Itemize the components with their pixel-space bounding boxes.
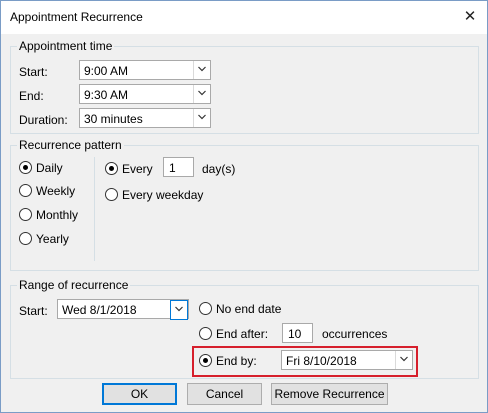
every-weekday-label[interactable]: Every weekday [122, 188, 203, 202]
duration-value: 30 minutes [84, 112, 143, 126]
every-weekday-radio[interactable] [105, 188, 118, 201]
range-start-combo[interactable]: Wed 8/1/2018 [57, 299, 189, 320]
appointment-recurrence-dialog: Appointment Recurrence ✕ Appointment tim… [0, 0, 488, 413]
end-by-date-value: Fri 8/10/2018 [286, 354, 357, 368]
end-time-combo[interactable]: 9:30 AM [79, 84, 211, 104]
yearly-radio[interactable] [19, 232, 32, 245]
recurrence-pattern-group: Recurrence pattern [10, 138, 479, 271]
end-time-label: End: [19, 89, 44, 103]
chevron-down-icon [198, 114, 206, 120]
title-bar: Appointment Recurrence ✕ [1, 1, 487, 34]
end-after-label[interactable]: End after: [216, 327, 268, 341]
range-start-value: Wed 8/1/2018 [62, 303, 137, 317]
duration-label: Duration: [19, 113, 68, 127]
yearly-label[interactable]: Yearly [36, 232, 69, 246]
no-end-date-label[interactable]: No end date [216, 302, 281, 316]
end-by-radio[interactable] [199, 354, 212, 367]
duration-combo[interactable]: 30 minutes [79, 108, 211, 128]
chevron-down-icon [400, 356, 408, 362]
start-time-dropdown-button[interactable] [193, 61, 210, 79]
no-end-date-radio[interactable] [199, 302, 212, 315]
range-start-dropdown-button[interactable] [170, 300, 188, 320]
start-time-label: Start: [19, 65, 48, 79]
cancel-button[interactable]: Cancel [187, 383, 262, 405]
end-by-date-combo[interactable]: Fri 8/10/2018 [281, 350, 413, 370]
end-by-dropdown-button[interactable] [395, 351, 412, 369]
start-time-combo[interactable]: 9:00 AM [79, 60, 211, 80]
every-days-value: 1 [169, 161, 176, 175]
chevron-down-icon [198, 66, 206, 72]
occurrences-label: occurrences [322, 327, 388, 341]
daily-label[interactable]: Daily [36, 161, 63, 175]
close-icon[interactable]: ✕ [457, 5, 483, 29]
end-after-value: 10 [288, 327, 302, 341]
end-after-radio[interactable] [199, 327, 212, 340]
daily-radio[interactable] [19, 161, 32, 174]
chevron-down-icon [175, 306, 183, 312]
weekly-radio[interactable] [19, 184, 32, 197]
end-time-value: 9:30 AM [84, 88, 129, 102]
start-time-value: 9:00 AM [84, 64, 129, 78]
pattern-divider [94, 157, 95, 261]
every-label[interactable]: Every [122, 162, 153, 176]
duration-dropdown-button[interactable] [193, 109, 210, 127]
remove-recurrence-button[interactable]: Remove Recurrence [271, 383, 388, 405]
every-n-days-radio[interactable] [105, 162, 118, 175]
monthly-label[interactable]: Monthly [36, 208, 78, 222]
weekly-label[interactable]: Weekly [36, 184, 75, 198]
recurrence-pattern-legend: Recurrence pattern [17, 138, 124, 152]
appointment-time-legend: Appointment time [17, 39, 115, 53]
monthly-radio[interactable] [19, 208, 32, 221]
days-unit-label: day(s) [202, 162, 236, 176]
dialog-title: Appointment Recurrence [10, 10, 143, 24]
end-by-label[interactable]: End by: [216, 354, 257, 368]
chevron-down-icon [198, 90, 206, 96]
end-time-dropdown-button[interactable] [193, 85, 210, 103]
range-legend: Range of recurrence [17, 278, 131, 292]
end-after-input[interactable]: 10 [282, 323, 313, 343]
range-start-label: Start: [19, 304, 48, 318]
every-days-input[interactable]: 1 [163, 157, 194, 177]
ok-button[interactable]: OK [102, 383, 177, 405]
